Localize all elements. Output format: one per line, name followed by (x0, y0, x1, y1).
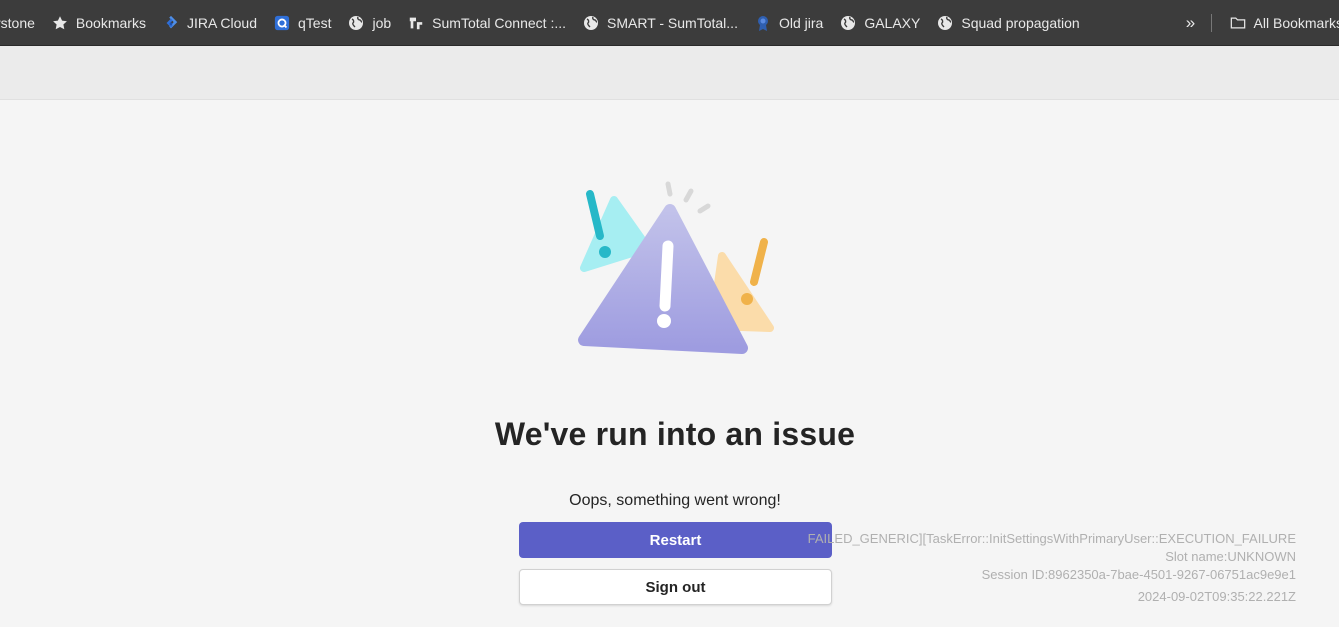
badge-icon (755, 15, 771, 31)
bookmark-label: SumTotal Connect :... (432, 14, 566, 31)
bookmark-item-old-jira[interactable]: Old jira (747, 8, 832, 38)
bookmark-label: Bookmarks (75, 14, 146, 31)
diagnostic-timestamp: 2024-09-02T09:35:22.221Z (1137, 589, 1296, 604)
error-title: We've run into an issue (494, 416, 856, 452)
globe-icon (937, 15, 953, 31)
bookmark-label: GALAXY (864, 14, 921, 31)
bookmark-label: qTest (298, 14, 332, 31)
all-bookmarks-button[interactable]: All Bookmarks (1222, 8, 1339, 38)
globe-icon (840, 15, 856, 31)
warning-illustration-icon (578, 181, 774, 354)
bookmark-label: Squad propagation (961, 14, 1080, 31)
bookmark-label: JIRA Cloud (186, 14, 257, 31)
diagnostic-slot-name: Slot name:UNKNOWN (1165, 549, 1296, 564)
app-header-strip (0, 46, 1339, 100)
bookmark-item-job[interactable]: job (340, 8, 400, 38)
star-icon (52, 15, 68, 31)
jira-icon (163, 15, 179, 31)
bookmark-item-squad-propagation[interactable]: Squad propagation (929, 8, 1088, 38)
bookmark-item-bookmarks[interactable]: Bookmarks (44, 8, 155, 38)
bookmarks-overflow-chevron-icon[interactable]: » (1177, 8, 1205, 38)
bookmark-label: job (372, 14, 392, 31)
bookmark-label: Old jira (778, 14, 824, 31)
globe-icon (583, 15, 599, 31)
diagnostic-error-code: FAILED_GENERIC][TaskError::InitSettingsW… (807, 531, 1296, 546)
bookmark-item-smart-sumtotal[interactable]: SMART - SumTotal... (575, 8, 747, 38)
error-subtitle: Oops, something went wrong! (569, 492, 781, 509)
qtest-icon (274, 15, 290, 31)
bookmark-item-galaxy[interactable]: GALAXY (832, 8, 929, 38)
sumtotal-icon (408, 15, 424, 31)
bookmark-item-qtest[interactable]: qTest (266, 8, 340, 38)
folder-icon (1230, 15, 1246, 31)
bookmarks-divider (1210, 13, 1212, 32)
bookmark-label: SMART - SumTotal... (607, 14, 738, 31)
bookmark-label: rstone (0, 14, 35, 31)
error-page: We've run into an issue Oops, something … (0, 100, 1339, 627)
bookmark-item-jira-cloud[interactable]: JIRA Cloud (155, 8, 266, 38)
globe-icon (348, 15, 364, 31)
bookmark-item-rstone[interactable]: rstone (0, 8, 44, 38)
all-bookmarks-label: All Bookmarks (1253, 14, 1339, 31)
diagnostic-session-id: Session ID:8962350a-7bae-4501-9267-06751… (981, 567, 1296, 582)
bookmark-item-sumtotal-connect[interactable]: SumTotal Connect :... (400, 8, 575, 38)
bookmarks-bar: rstone Bookmarks JIRA Cloud qTest (0, 0, 1339, 46)
